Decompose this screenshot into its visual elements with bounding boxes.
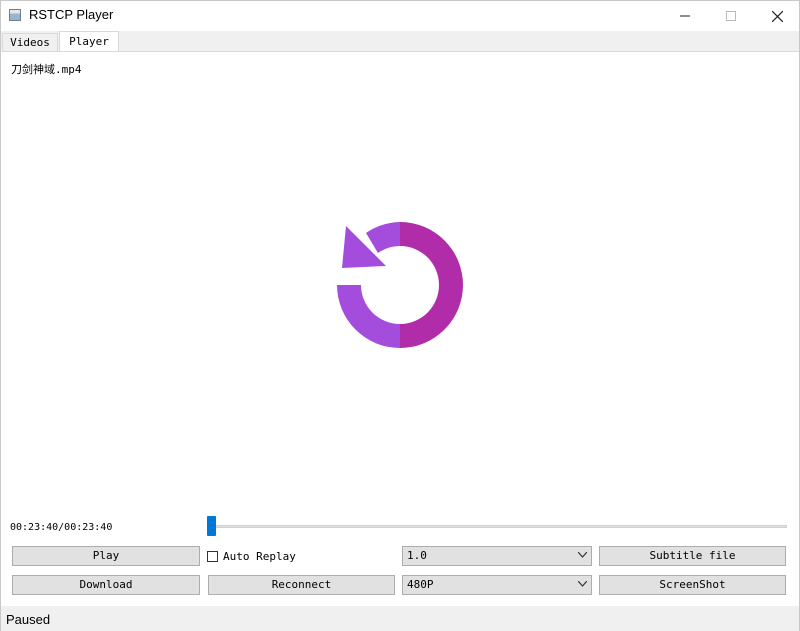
auto-replay-checkbox[interactable]: Auto Replay [207, 548, 296, 564]
title-bar[interactable]: RSTCP Player [1, 1, 799, 31]
seek-slider-handle[interactable] [207, 516, 216, 536]
window-title: RSTCP Player [29, 7, 114, 22]
auto-replay-check-box[interactable] [207, 550, 218, 562]
minimize-icon [680, 15, 690, 17]
tab-player[interactable]: Player [59, 31, 119, 52]
player-panel: 刀剑神域.mp4 00:23:40/00:23:40 Play Auto Rep… [2, 51, 799, 606]
maximize-button[interactable] [708, 1, 754, 31]
status-text: Paused [6, 612, 51, 627]
app-window-icon [9, 9, 21, 21]
speed-value: 1.0 [407, 549, 427, 562]
screenshot-button[interactable]: ScreenShot [599, 575, 786, 595]
download-button[interactable]: Download [12, 575, 200, 595]
maximize-icon [726, 11, 736, 21]
seek-slider-track[interactable] [208, 525, 787, 528]
speed-select[interactable]: 1.0 [402, 546, 592, 566]
chevron-down-icon [578, 581, 587, 587]
quality-value: 480P [407, 578, 434, 591]
close-icon [771, 10, 783, 22]
chevron-down-icon [578, 552, 587, 558]
quality-select[interactable]: 480P [402, 575, 592, 595]
minimize-button[interactable] [662, 1, 708, 31]
file-name-label: 刀剑神域.mp4 [11, 63, 82, 76]
status-bar: Paused [1, 606, 799, 631]
subtitle-file-button[interactable]: Subtitle file [599, 546, 786, 566]
time-display: 00:23:40/00:23:40 [10, 522, 113, 533]
auto-replay-label: Auto Replay [223, 549, 296, 563]
replay-icon[interactable] [332, 222, 466, 348]
play-button[interactable]: Play [12, 546, 200, 566]
app-window: RSTCP Player Videos Player 刀剑神域.mp4 00:2… [0, 0, 800, 631]
reconnect-button[interactable]: Reconnect [208, 575, 395, 595]
tab-videos[interactable]: Videos [2, 33, 58, 51]
close-button[interactable] [754, 1, 800, 31]
tab-bar: Videos Player [1, 31, 799, 52]
